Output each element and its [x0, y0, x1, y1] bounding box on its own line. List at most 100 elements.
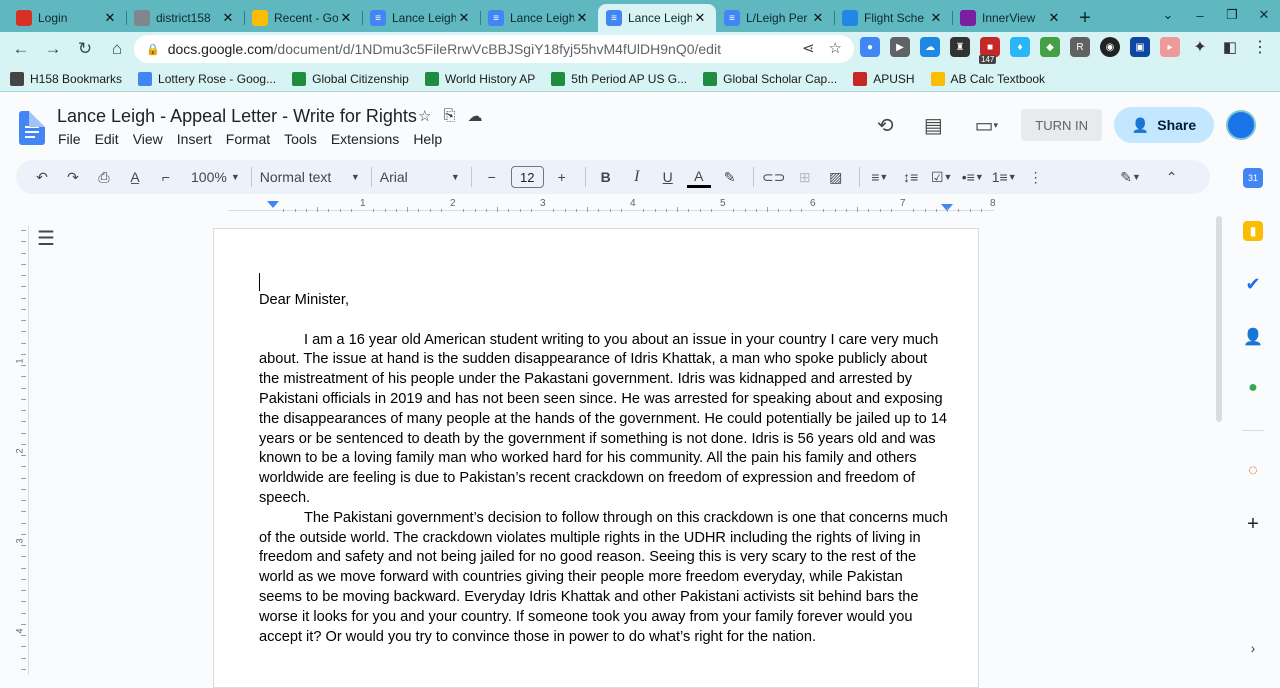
- extension-6-icon[interactable]: ♦: [1010, 37, 1030, 57]
- tab-search-icon[interactable]: ⌄: [1152, 4, 1184, 26]
- comments-icon[interactable]: ▤: [915, 107, 951, 143]
- expand-panel-icon[interactable]: ›: [1243, 638, 1263, 658]
- menu-file[interactable]: File: [58, 131, 81, 147]
- move-folder-icon[interactable]: ⎘: [443, 107, 455, 125]
- extension-9-icon[interactable]: ◉: [1100, 37, 1120, 57]
- extension-7-icon[interactable]: ◆: [1040, 37, 1060, 57]
- browser-tab[interactable]: InnerView ✕: [952, 4, 1070, 32]
- contacts-icon[interactable]: 👤: [1243, 327, 1263, 347]
- bookmark-item[interactable]: H158 Bookmarks: [10, 71, 122, 86]
- add-comment-icon[interactable]: ⊞: [793, 163, 817, 191]
- extension-10-icon[interactable]: ▣: [1130, 37, 1150, 57]
- extension-3-icon[interactable]: ☁: [920, 37, 940, 57]
- bookmark-item[interactable]: AB Calc Textbook: [930, 71, 1045, 86]
- get-addons-icon[interactable]: +: [1243, 513, 1263, 535]
- text-color-icon[interactable]: A: [686, 166, 711, 188]
- extension-8-icon[interactable]: R: [1070, 37, 1090, 57]
- menu-extensions[interactable]: Extensions: [331, 131, 399, 147]
- highlight-icon[interactable]: ✎: [718, 163, 742, 191]
- extension-1-icon[interactable]: ●: [860, 37, 880, 57]
- menu-format[interactable]: Format: [226, 131, 270, 147]
- decrease-font-size-icon[interactable]: −: [480, 163, 504, 191]
- close-tab-icon[interactable]: ✕: [692, 10, 708, 26]
- minimize-icon[interactable]: –: [1184, 4, 1216, 26]
- editing-mode-icon[interactable]: ✎ ▼: [1119, 163, 1143, 191]
- back-icon[interactable]: ←: [6, 34, 36, 64]
- browser-tab[interactable]: Recent - Go ✕: [244, 4, 362, 32]
- cloud-status-icon[interactable]: ☁: [467, 107, 482, 125]
- paint-format-icon[interactable]: ⌐: [154, 163, 178, 191]
- keep-icon[interactable]: ▮: [1243, 221, 1263, 241]
- home-icon[interactable]: ⌂: [102, 34, 132, 64]
- browser-tab[interactable]: Login ✕: [8, 4, 126, 32]
- extension-2-icon[interactable]: ▶: [890, 37, 910, 57]
- lock-icon[interactable]: 🔒: [146, 43, 160, 56]
- address-bar[interactable]: 🔒 docs.google.com/document/d/1NDmu3c5Fil…: [134, 35, 854, 63]
- close-window-icon[interactable]: ✕: [1248, 4, 1280, 26]
- underline-icon[interactable]: U: [656, 163, 680, 191]
- browser-tab[interactable]: district158 ✕: [126, 4, 244, 32]
- italic-icon[interactable]: I: [625, 163, 649, 191]
- line-spacing-icon[interactable]: ↕≡: [899, 163, 923, 191]
- bookmark-item[interactable]: 5th Period AP US G...: [551, 71, 687, 86]
- menu-tools[interactable]: Tools: [284, 131, 317, 147]
- meet-icon[interactable]: ▭ ▾: [963, 107, 1009, 143]
- docs-logo-icon[interactable]: [19, 111, 45, 145]
- bookmark-item[interactable]: Global Scholar Cap...: [703, 71, 837, 86]
- maps-icon[interactable]: ●: [1243, 378, 1263, 398]
- restore-icon[interactable]: ❐: [1216, 4, 1248, 26]
- browser-tab[interactable]: ≡ Lance Leigh ✕: [598, 4, 716, 32]
- align-icon[interactable]: ≡ ▼: [868, 163, 892, 191]
- close-tab-icon[interactable]: ✕: [928, 10, 944, 26]
- browser-menu-icon[interactable]: ⋮: [1250, 37, 1270, 57]
- document-body[interactable]: Dear Minister, I am a 16 year old Americ…: [259, 291, 949, 647]
- close-tab-icon[interactable]: ✕: [102, 10, 118, 26]
- star-icon[interactable]: ☆: [418, 107, 431, 125]
- font-size-input[interactable]: 12: [510, 166, 544, 188]
- document-title[interactable]: Lance Leigh - Appeal Letter - Write for …: [57, 106, 417, 127]
- document-scrollbar[interactable]: [1214, 214, 1224, 675]
- avatar[interactable]: [1226, 110, 1256, 140]
- link-icon[interactable]: ⊂⊃: [762, 163, 786, 191]
- menu-edit[interactable]: Edit: [95, 131, 119, 147]
- tasks-icon[interactable]: ✔: [1243, 274, 1263, 294]
- style-select[interactable]: Normal text ▼: [260, 163, 360, 191]
- menu-insert[interactable]: Insert: [177, 131, 212, 147]
- forward-icon[interactable]: →: [38, 34, 68, 64]
- menu-view[interactable]: View: [133, 131, 163, 147]
- menu-help[interactable]: Help: [413, 131, 442, 147]
- spellcheck-icon[interactable]: A̲: [123, 163, 147, 191]
- close-tab-icon[interactable]: ✕: [338, 10, 354, 26]
- side-panel-icon[interactable]: ◧: [1220, 37, 1240, 57]
- horizontal-ruler[interactable]: 1 2 3 4 5 6 7 8: [228, 198, 996, 212]
- vertical-ruler[interactable]: 1 2 3 4: [15, 226, 29, 675]
- browser-tab[interactable]: ≡ Lance Leigh ✕: [362, 4, 480, 32]
- indent-marker-icon[interactable]: [267, 201, 279, 208]
- bookmark-item[interactable]: APUSH: [853, 71, 915, 86]
- more-options-icon[interactable]: ⋮: [1024, 163, 1048, 191]
- close-tab-icon[interactable]: ✕: [220, 10, 236, 26]
- close-tab-icon[interactable]: ✕: [1046, 10, 1062, 26]
- calendar-icon[interactable]: 31: [1243, 168, 1263, 188]
- numbered-list-icon[interactable]: 1≡ ▼: [992, 163, 1017, 191]
- bold-icon[interactable]: B: [594, 163, 618, 191]
- new-tab-button[interactable]: +: [1070, 4, 1100, 32]
- bookmark-star-icon[interactable]: ☆: [829, 39, 842, 57]
- document-outline-icon[interactable]: ☰: [37, 226, 55, 251]
- print-icon[interactable]: ⎙: [92, 163, 116, 191]
- bulleted-list-icon[interactable]: •≡ ▼: [961, 163, 985, 191]
- share-page-icon[interactable]: ⋖: [802, 39, 815, 57]
- zoom-select[interactable]: 100% ▼: [191, 163, 240, 191]
- extensions-puzzle-icon[interactable]: ✦: [1190, 37, 1210, 57]
- version-history-icon[interactable]: ⟲: [867, 107, 903, 143]
- extension-11-icon[interactable]: ▸: [1160, 37, 1180, 57]
- bookmark-item[interactable]: Global Citizenship: [292, 71, 409, 86]
- insert-image-icon[interactable]: ▨: [824, 163, 848, 191]
- redo-icon[interactable]: ↷: [61, 163, 85, 191]
- close-tab-icon[interactable]: ✕: [456, 10, 472, 26]
- close-tab-icon[interactable]: ✕: [574, 10, 590, 26]
- document-page[interactable]: Dear Minister, I am a 16 year old Americ…: [213, 228, 979, 688]
- increase-font-size-icon[interactable]: +: [550, 163, 574, 191]
- browser-tab[interactable]: ≡ Lance Leigh ✕: [480, 4, 598, 32]
- font-select[interactable]: Arial ▼: [380, 163, 460, 191]
